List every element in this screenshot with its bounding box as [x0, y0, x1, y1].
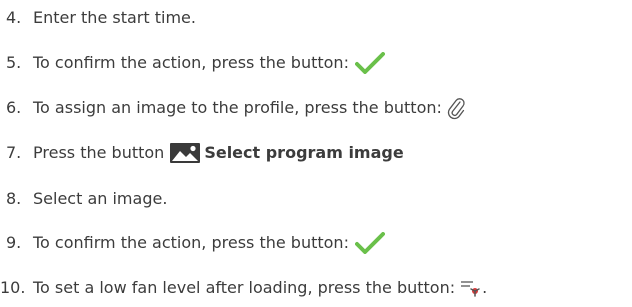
button-label: Select program image	[204, 143, 404, 162]
step-text: To confirm the action, press the button:	[33, 53, 349, 72]
step-number: 7.	[6, 143, 22, 162]
image-icon	[170, 143, 201, 163]
paperclip-icon	[447, 96, 465, 120]
step-text: Press the button	[33, 143, 165, 162]
step-10: 10. To set a low fan level after loading…	[0, 273, 487, 303]
step-9: 9. To confirm the action, press the butt…	[0, 228, 385, 258]
check-icon	[354, 52, 385, 74]
instruction-steps: 4. Enter the start time. 5. To confirm t…	[0, 0, 632, 307]
step-8: 8. Select an image.	[0, 184, 167, 214]
step-number: 4.	[6, 8, 22, 27]
step-text: To confirm the action, press the button:	[33, 233, 349, 252]
step-number: 10.	[0, 278, 26, 297]
step-number: 9.	[6, 233, 22, 252]
step-text: To assign an image to the profile, press…	[33, 98, 442, 117]
step-text: To set a low fan level after loading, pr…	[33, 278, 456, 297]
step-text: Select an image.	[33, 189, 168, 208]
step-7: 7. Press the button Select program image	[0, 138, 404, 168]
fan-low-icon	[460, 279, 482, 297]
step-number: 5.	[6, 53, 22, 72]
step-6: 6. To assign an image to the profile, pr…	[0, 93, 465, 123]
step-4: 4. Enter the start time.	[0, 3, 196, 33]
step-number: 6.	[6, 98, 22, 117]
step-number: 8.	[6, 189, 22, 208]
step-5: 5. To confirm the action, press the butt…	[0, 48, 385, 78]
check-icon	[354, 232, 385, 254]
step-text: Enter the start time.	[33, 8, 196, 27]
step-suffix: .	[482, 278, 488, 297]
